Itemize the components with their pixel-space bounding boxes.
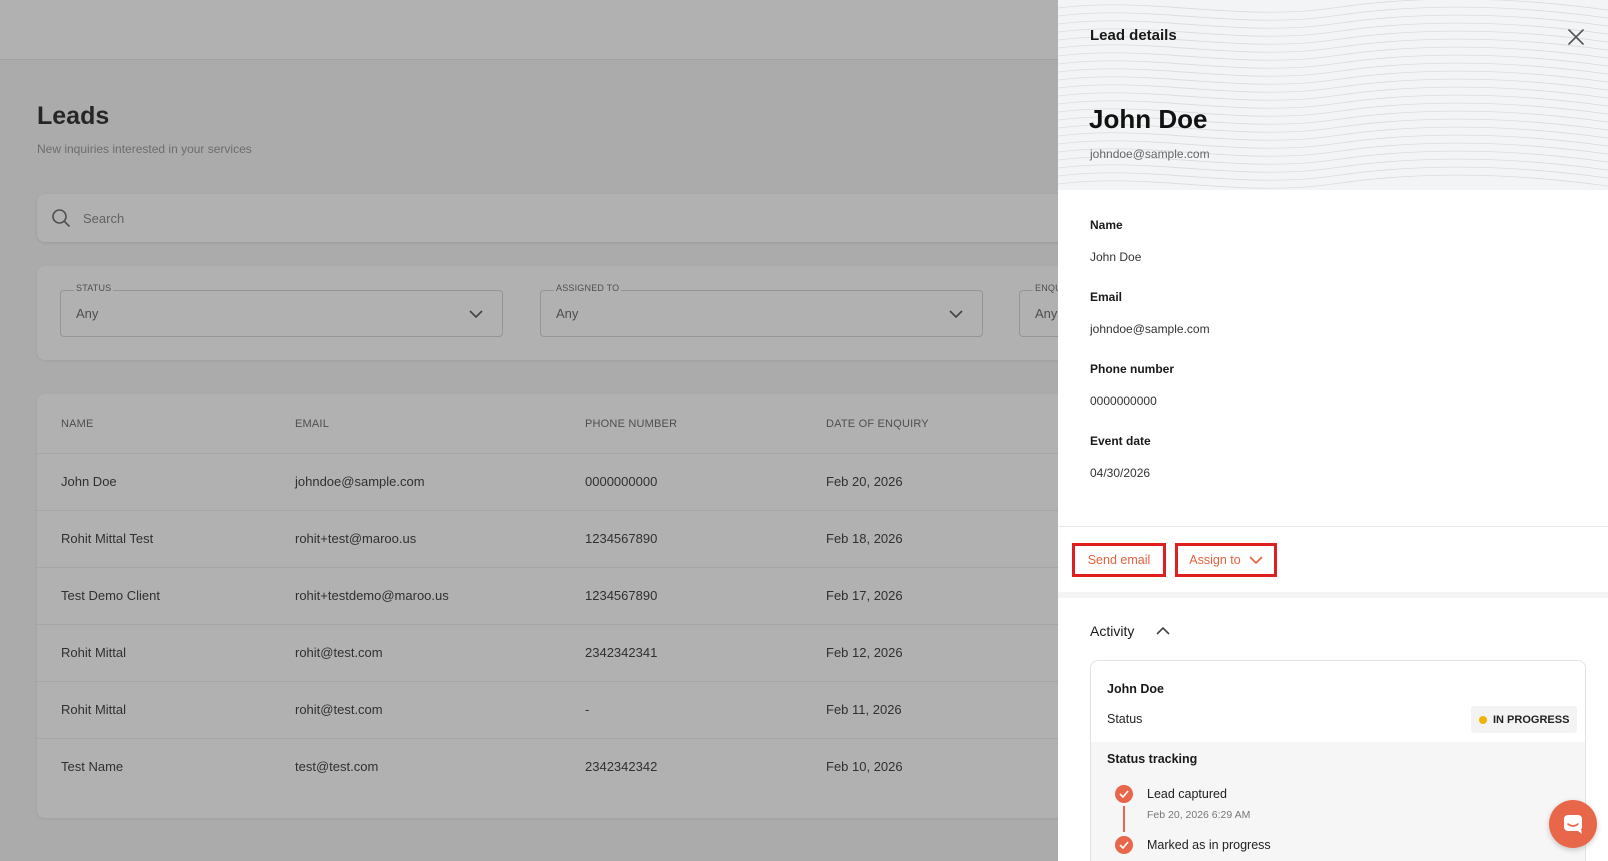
check-icon	[1115, 785, 1133, 803]
step-text: Marked as in progress	[1147, 838, 1271, 852]
timeline-connector	[1123, 806, 1125, 832]
chat-launcher-button[interactable]	[1549, 800, 1597, 848]
divider	[1058, 526, 1608, 527]
lead-name-heading: John Doe	[1089, 104, 1208, 134]
send-email-button[interactable]: Send email	[1072, 543, 1166, 577]
field-value-name: John Doe	[1090, 250, 1142, 264]
drawer-title: Lead details	[1090, 27, 1177, 44]
activity-lead-name: John Doe	[1107, 682, 1164, 696]
lead-details-drawer: Lead details John Doe johndoe@sample.com…	[1058, 0, 1608, 861]
status-badge-text: IN PROGRESS	[1493, 713, 1570, 726]
chevron-down-icon	[1249, 556, 1263, 565]
field-label-name: Name	[1090, 218, 1123, 232]
lead-email-subtitle: johndoe@sample.com	[1090, 147, 1210, 161]
activity-title: Activity	[1090, 623, 1135, 639]
close-icon[interactable]	[1563, 24, 1589, 50]
field-value-email: johndoe@sample.com	[1090, 322, 1210, 336]
status-dot-icon	[1479, 715, 1487, 724]
field-value-phone: 0000000000	[1090, 394, 1157, 408]
section-separator	[1058, 592, 1608, 598]
status-tracking-title: Status tracking	[1107, 752, 1198, 766]
chat-icon	[1564, 815, 1582, 834]
send-email-label: Send email	[1087, 553, 1151, 567]
field-label-event-date: Event date	[1090, 434, 1151, 448]
status-tracking: Status tracking Lead captured Feb 20, 20…	[1091, 742, 1585, 861]
assign-to-label: Assign to	[1189, 553, 1241, 567]
activity-card: John Doe Status IN PROGRESS Status track…	[1090, 660, 1586, 861]
step-time: Feb 20, 2026 6:29 AM	[1147, 809, 1251, 821]
assign-to-button[interactable]: Assign to	[1175, 543, 1277, 577]
activity-status-label: Status	[1107, 712, 1143, 726]
field-label-phone: Phone number	[1090, 362, 1175, 376]
modal-overlay[interactable]	[0, 0, 1058, 861]
check-icon	[1115, 836, 1133, 854]
field-label-email: Email	[1090, 290, 1123, 304]
drawer-header: Lead details John Doe johndoe@sample.com	[1058, 0, 1608, 190]
status-badge: IN PROGRESS	[1471, 706, 1578, 733]
step-text: Lead captured	[1147, 787, 1227, 801]
chevron-up-icon[interactable]	[1155, 624, 1171, 638]
field-value-event-date: 04/30/2026	[1090, 466, 1151, 480]
